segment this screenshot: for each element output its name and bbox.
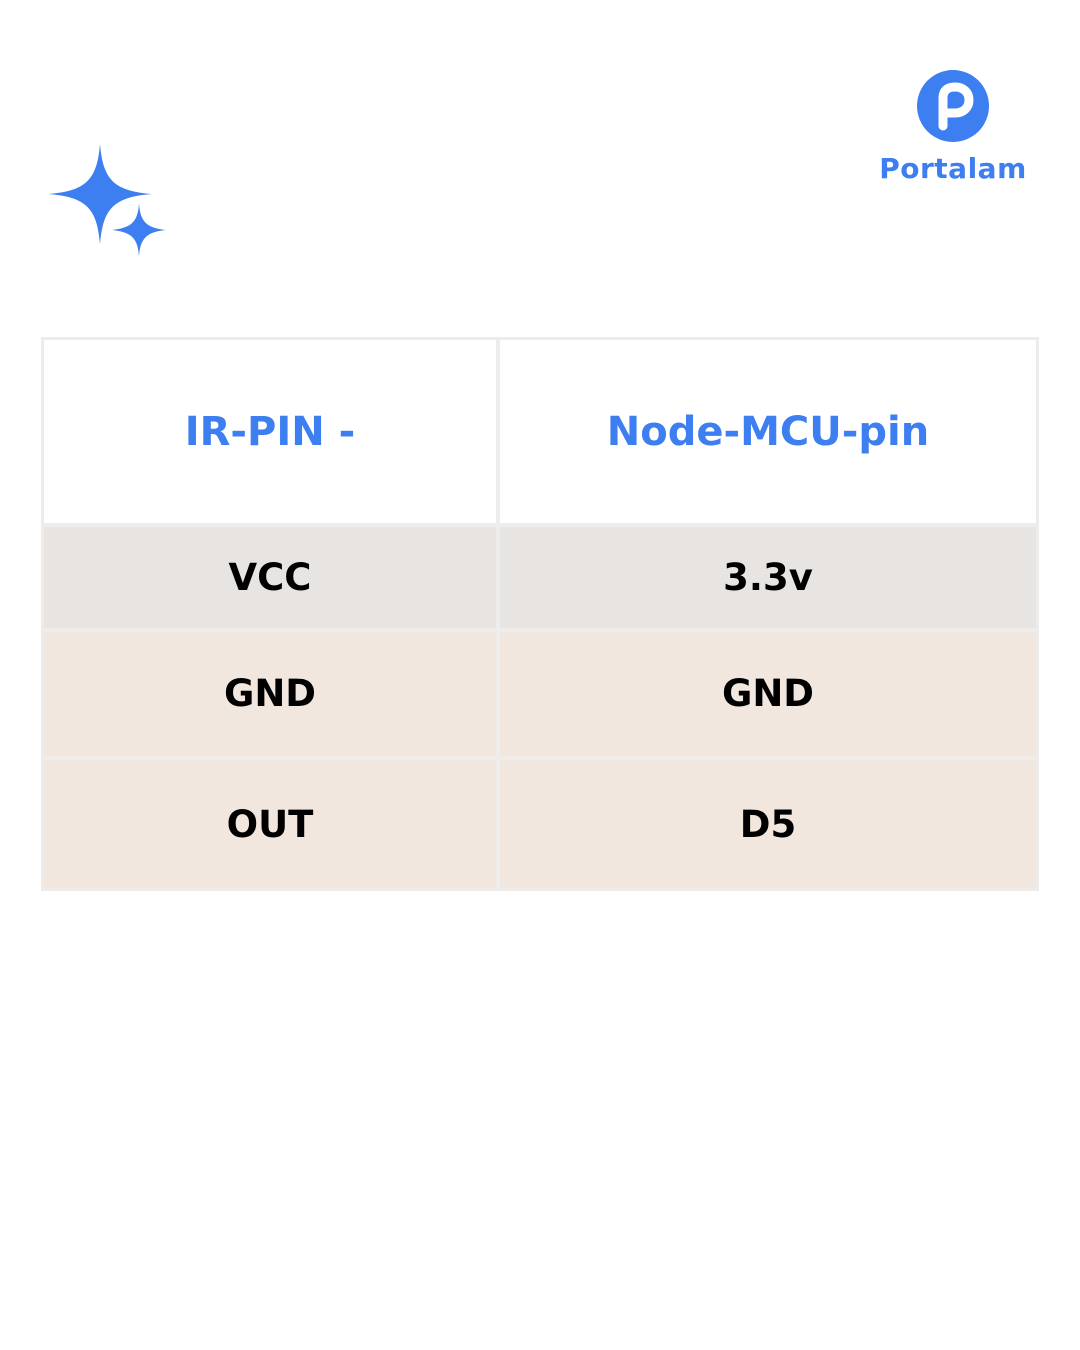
nodemcu-pin-cell: D5 [500, 760, 1036, 888]
pin-mapping-table: IR-PIN - Node-MCU-pin VCC 3.3v GND GND O… [41, 337, 1039, 891]
table-row: GND GND [44, 631, 1036, 761]
header-nodemcu-pin: Node-MCU-pin [500, 340, 1036, 528]
ir-pin-cell: VCC [44, 527, 500, 632]
ir-pin-cell: GND [44, 631, 500, 761]
nodemcu-pin-cell: GND [500, 631, 1036, 761]
table-row: VCC 3.3v [44, 527, 1036, 632]
sparkle-icon [48, 144, 166, 257]
table-row: OUT D5 [44, 760, 1036, 888]
nodemcu-pin-cell: 3.3v [500, 527, 1036, 632]
brand-name: Portalam [879, 152, 1027, 185]
brand: Portalam [870, 70, 1040, 190]
portalam-p-logo-icon [917, 70, 989, 142]
ir-pin-cell: OUT [44, 760, 500, 888]
table-header-row: IR-PIN - Node-MCU-pin [44, 340, 1036, 528]
header-ir-pin: IR-PIN - [44, 340, 500, 528]
